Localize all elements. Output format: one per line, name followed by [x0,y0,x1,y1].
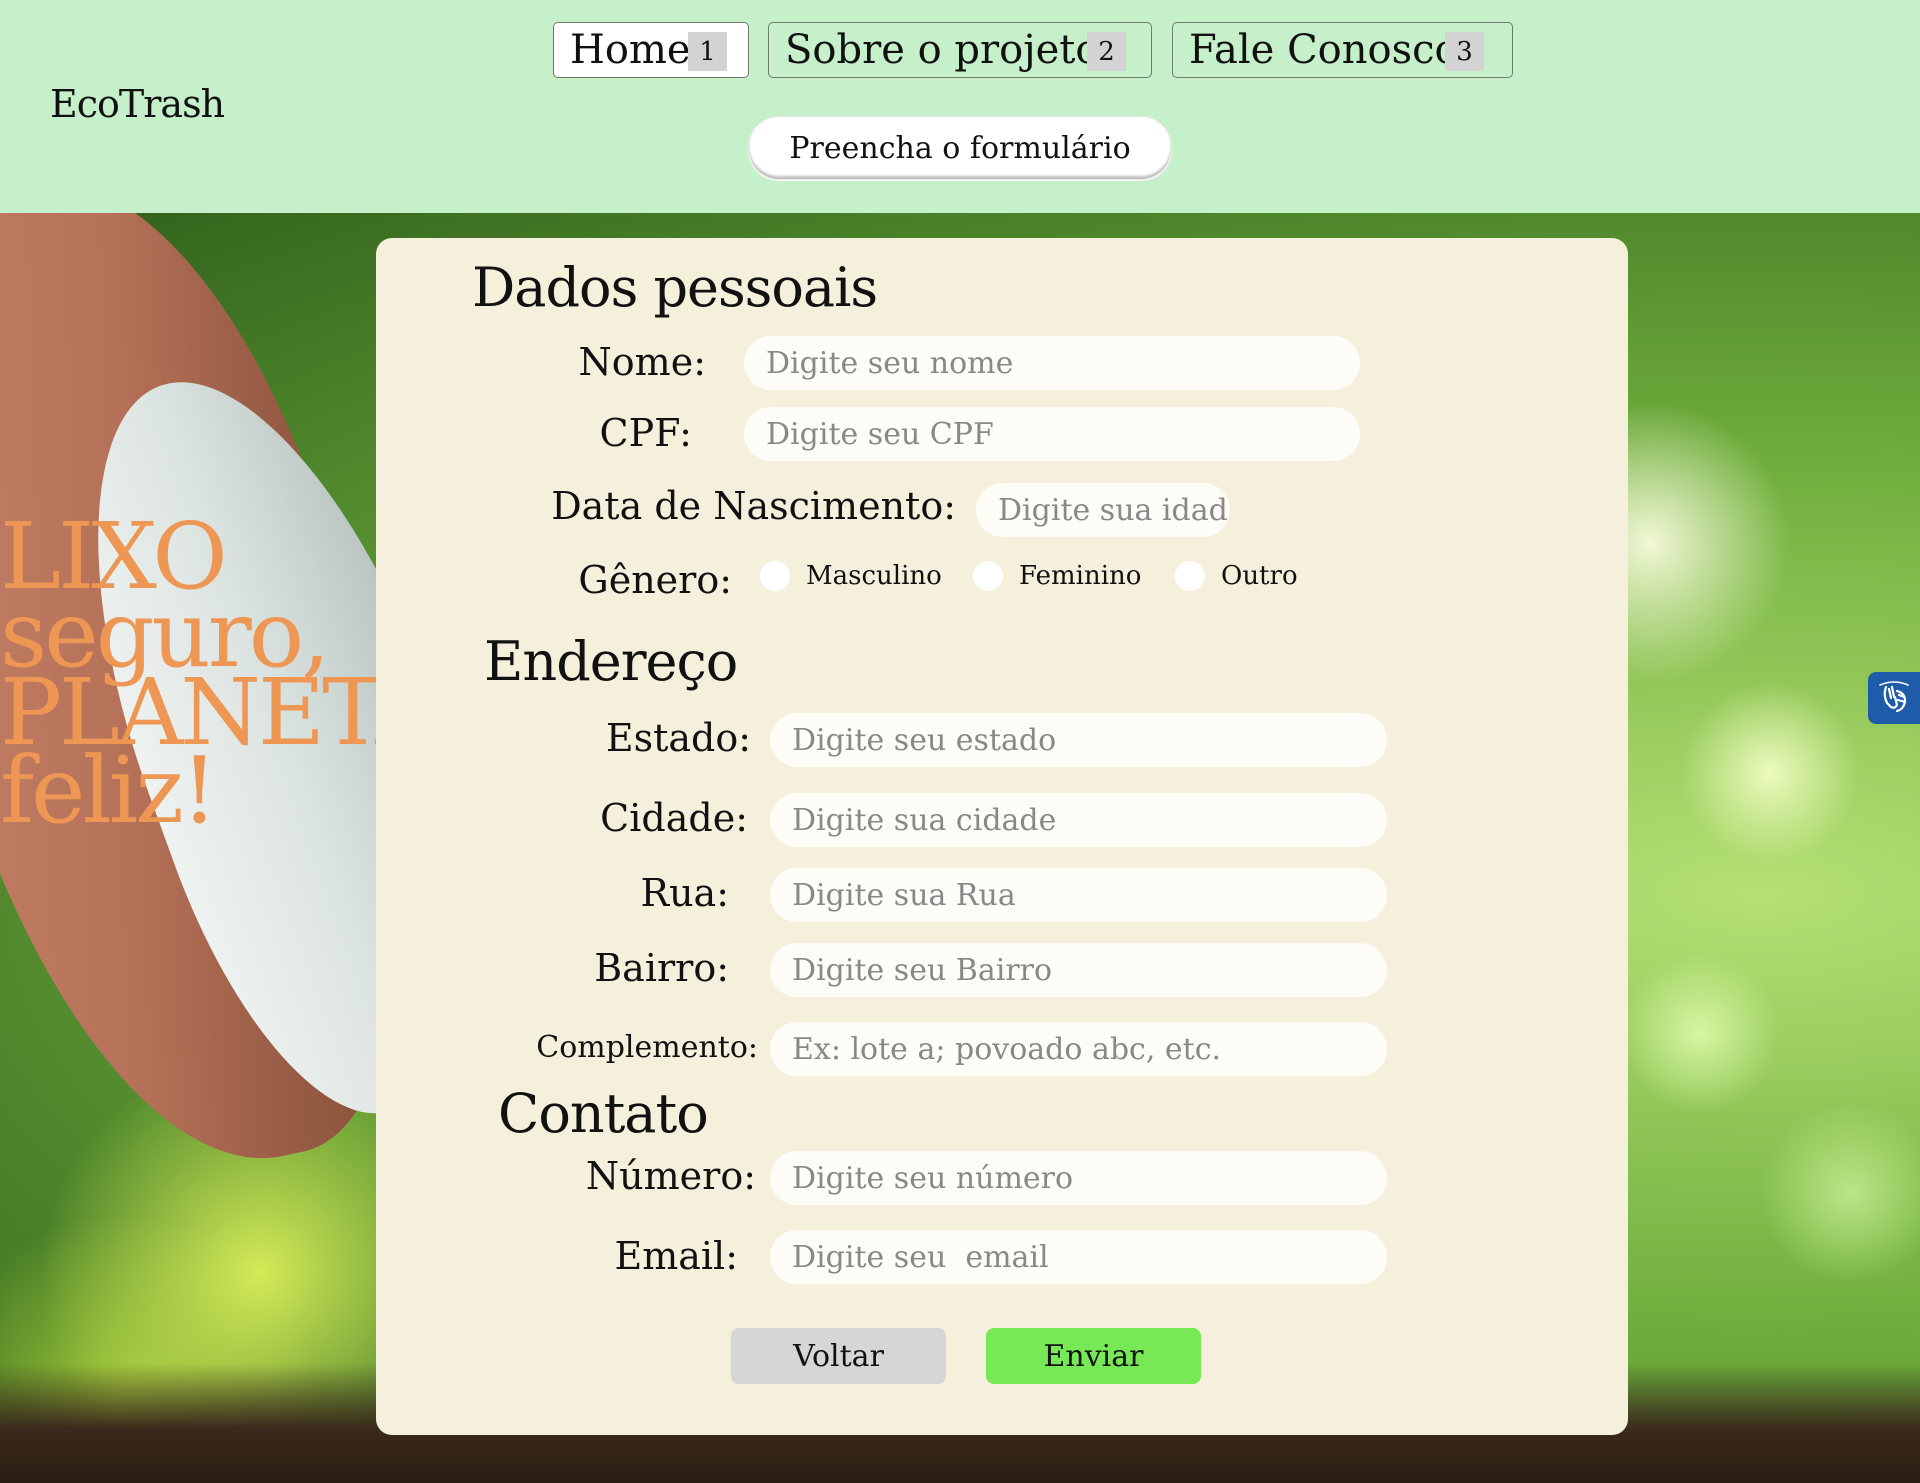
nav-fale-conosco-button[interactable]: Fale Conosco 3 [1172,22,1513,78]
rua-input[interactable] [770,868,1387,922]
rua-label: Rua: [640,871,729,915]
cidade-label: Cidade: [600,796,748,840]
registration-form: Dados pessoais Nome: CPF: Data de Nascim… [376,238,1628,1435]
cidade-input[interactable] [770,793,1387,847]
back-button[interactable]: Voltar [731,1328,946,1384]
site-logo[interactable]: EcoTrash [50,82,225,126]
send-button[interactable]: Enviar [986,1328,1201,1384]
bairro-input[interactable] [770,943,1387,997]
genero-feminino-radio[interactable]: Feminino [973,561,1141,591]
estado-label: Estado: [605,716,751,760]
accessibility-widget-button[interactable] [1868,672,1920,724]
nav-fale-conosco-shortcut: 3 [1445,32,1484,71]
nav-home-label: Home [570,27,691,73]
genero-label: Gênero: [578,558,732,602]
nav-home-shortcut: 1 [688,32,727,71]
nav-home-button[interactable]: Home 1 [553,22,749,78]
radio-circle-icon [1175,561,1205,591]
genero-masculino-label: Masculino [806,561,942,591]
radio-circle-icon [973,561,1003,591]
genero-feminino-label: Feminino [1019,561,1142,591]
complemento-input[interactable] [770,1022,1387,1076]
cpf-label: CPF: [599,411,692,455]
cpf-input[interactable] [744,407,1360,461]
section-title-contact: Contato [498,1082,709,1145]
email-input[interactable] [770,1230,1387,1284]
nav-sobre-label: Sobre o projeto [785,27,1100,73]
sign-language-hands-icon [1879,681,1909,713]
bairro-label: Bairro: [594,946,729,990]
complemento-label: Complemento: [536,1030,758,1065]
nav-sobre-shortcut: 2 [1087,32,1126,71]
numero-label: Número: [585,1154,756,1198]
hero-slogan: LIXO seguro, PLANETA feliz! [0,511,442,837]
nav-sobre-button[interactable]: Sobre o projeto 2 [768,22,1152,78]
email-label: Email: [614,1234,738,1278]
nome-input[interactable] [744,336,1360,390]
site-header: EcoTrash Home 1 Sobre o projeto 2 Fale C… [0,0,1920,213]
genero-outro-label: Outro [1221,561,1298,591]
form-cta-button[interactable]: Preencha o formulário [748,116,1172,180]
nascimento-input[interactable] [976,483,1230,537]
nascimento-label: Data de Nascimento: [551,484,956,528]
numero-input[interactable] [770,1151,1387,1205]
nome-label: Nome: [578,340,706,384]
section-title-address: Endereço [484,630,738,693]
radio-circle-icon [760,561,790,591]
section-title-personal: Dados pessoais [472,256,878,319]
genero-masculino-radio[interactable]: Masculino [760,561,942,591]
genero-outro-radio[interactable]: Outro [1175,561,1298,591]
estado-input[interactable] [770,713,1387,767]
nav-fale-conosco-label: Fale Conosco [1189,27,1459,73]
